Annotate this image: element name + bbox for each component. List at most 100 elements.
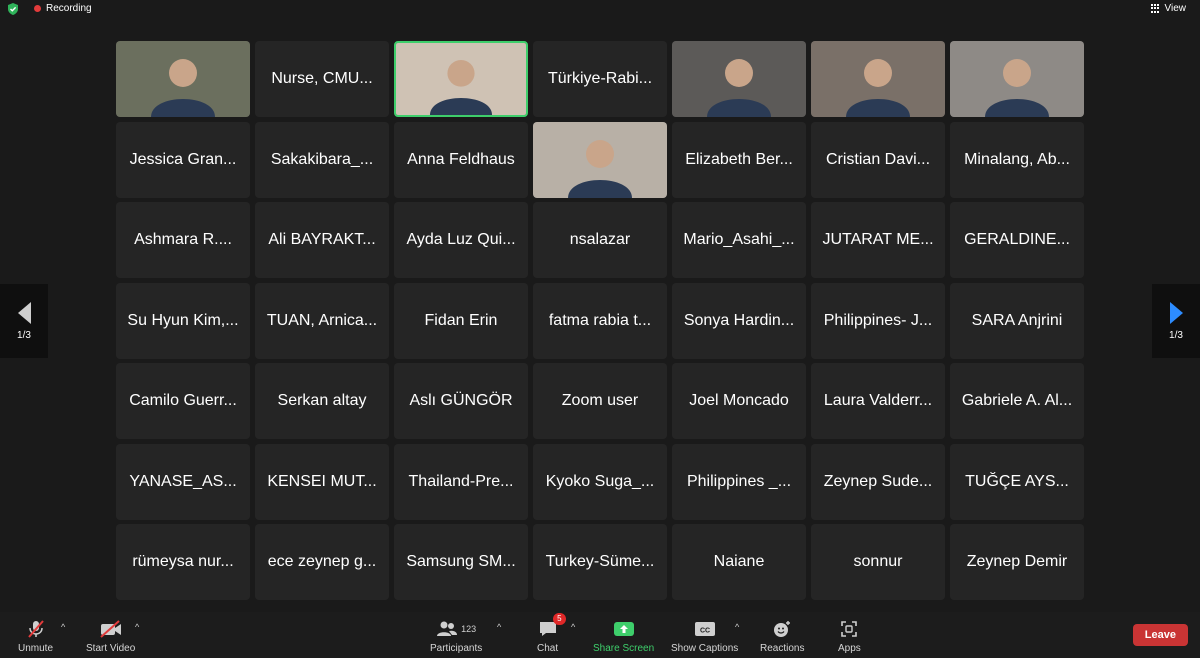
participant-tile[interactable]: Sakakibara_... (255, 121, 389, 198)
participant-name: Camilo Guerr... (129, 392, 237, 409)
participant-tile[interactable]: Ali BAYRAKT... (255, 202, 389, 278)
participant-tile[interactable]: Kyoko Suga_... (533, 443, 667, 520)
participant-tile[interactable]: Mario_Asahi_... (672, 202, 806, 278)
participant-name: Zeynep Sude... (823, 472, 933, 490)
participant-video-tile[interactable] (950, 41, 1084, 117)
participant-tile[interactable]: Camilo Guerr... (116, 363, 250, 439)
participant-name: Türkiye-Rabi... (547, 70, 653, 87)
participant-name: Kyoko Suga_... (545, 472, 655, 490)
participant-tile[interactable]: JUTARAT ME... (811, 202, 945, 278)
participant-tile[interactable]: Ashmara R.... (116, 202, 250, 278)
participant-tile[interactable]: TUĞÇE AYS... (950, 443, 1084, 520)
show-captions-label: Show Captions (671, 643, 739, 654)
participant-tile[interactable]: Serkan altay (255, 363, 389, 439)
recording-indicator[interactable]: Recording (34, 3, 92, 14)
participant-tile[interactable]: Turkey-Süme... (533, 524, 667, 600)
participant-tile[interactable]: YANASE_AS... (116, 443, 250, 520)
participant-tile[interactable]: Philippines _... (672, 443, 806, 520)
recording-dot-icon (34, 5, 41, 12)
participant-video-tile[interactable] (672, 41, 806, 117)
chat-button[interactable]: 5 Chat (537, 613, 566, 654)
participant-tile[interactable]: Thailand-Pre... (394, 443, 528, 520)
participant-name: Philippines _... (686, 472, 792, 490)
share-screen-button[interactable]: Share Screen (593, 618, 654, 654)
participant-tile[interactable]: TUAN, Arnica... (255, 282, 389, 359)
participants-label: Participants (430, 643, 483, 654)
participant-video-tile[interactable] (394, 41, 528, 117)
participant-name: Philippines- J... (823, 311, 933, 329)
participant-tile[interactable]: Su Hyun Kim,... (116, 282, 250, 359)
participant-name: fatma rabia t... (548, 311, 652, 329)
participant-tile[interactable]: fatma rabia t... (533, 282, 667, 359)
participant-tile[interactable]: Türkiye-Rabi... (533, 41, 667, 117)
start-video-label: Start Video (86, 643, 136, 654)
view-button[interactable]: View (1150, 3, 1186, 14)
shield-icon[interactable] (6, 2, 20, 16)
participants-options-chevron-up-icon[interactable]: ^ (497, 622, 501, 632)
participant-tile[interactable]: Zoom user (533, 363, 667, 439)
participant-tile[interactable]: Laura Valderr... (811, 363, 945, 439)
participant-tile[interactable]: SARA Anjrini (950, 282, 1084, 359)
participant-name: Laura Valderr... (823, 392, 933, 409)
chat-options-chevron-up-icon[interactable]: ^ (571, 622, 575, 632)
participant-tile[interactable]: Samsung SM... (394, 524, 528, 600)
participant-name: Minalang, Ab... (964, 150, 1070, 168)
participant-tile[interactable]: Joel Moncado (672, 363, 806, 439)
participant-tile[interactable]: Anna Feldhaus (394, 121, 528, 198)
participant-tile[interactable]: Cristian Davi... (811, 121, 945, 198)
unmute-button[interactable]: Unmute (18, 618, 53, 654)
next-page-button[interactable]: 1/3 (1152, 284, 1200, 358)
participant-name: Nurse, CMU... (271, 70, 373, 87)
participant-tile[interactable]: Zeynep Sude... (811, 443, 945, 520)
participant-name: Thailand-Pre... (408, 472, 514, 490)
participant-tile[interactable]: Philippines- J... (811, 282, 945, 359)
participant-tile[interactable]: Aslı GÜNGÖR (394, 363, 528, 439)
participant-tile[interactable]: sonnur (811, 524, 945, 600)
participant-name: Serkan altay (277, 392, 367, 409)
reactions-button[interactable]: Reactions (760, 618, 804, 654)
participant-name: Ayda Luz Qui... (406, 231, 516, 248)
participant-tile[interactable]: Sonya Hardin... (672, 282, 806, 359)
captions-options-chevron-up-icon[interactable]: ^ (735, 622, 739, 632)
participant-tile[interactable]: KENSEI MUT... (255, 443, 389, 520)
video-options-chevron-up-icon[interactable]: ^ (135, 622, 139, 632)
leave-button[interactable]: Leave (1132, 624, 1188, 646)
apps-button[interactable]: Apps (838, 618, 861, 654)
participants-icon: 123 (436, 618, 476, 640)
participant-tile[interactable]: rümeysa nur... (116, 524, 250, 600)
participant-name: TUAN, Arnica... (266, 311, 378, 329)
participant-video-tile[interactable] (116, 41, 250, 117)
participant-tile[interactable]: ece zeynep g... (255, 524, 389, 600)
participant-tile[interactable]: Zeynep Demir (950, 524, 1084, 600)
participant-tile[interactable]: Jessica Gran... (116, 121, 250, 198)
participant-tile[interactable]: Nurse, CMU... (255, 41, 389, 117)
start-video-button[interactable]: Start Video (86, 618, 135, 654)
apps-label: Apps (838, 643, 861, 654)
participant-video-tile[interactable] (533, 121, 667, 198)
participant-tile[interactable]: Elizabeth Ber... (672, 121, 806, 198)
participant-video-tile[interactable] (811, 41, 945, 117)
previous-page-button[interactable]: 1/3 (0, 284, 48, 358)
participant-tile[interactable]: Gabriele A. Al... (950, 363, 1084, 439)
participants-button[interactable]: 123 Participants (430, 618, 482, 654)
participant-tile[interactable]: Ayda Luz Qui... (394, 202, 528, 278)
participant-tile[interactable]: nsalazar (533, 202, 667, 278)
participants-count: 123 (461, 624, 477, 634)
audio-options-chevron-up-icon[interactable]: ^ (61, 622, 65, 632)
participant-video-feed (116, 41, 250, 117)
participant-tile[interactable]: Fidan Erin (394, 282, 528, 359)
participant-name: Gabriele A. Al... (961, 392, 1073, 409)
participant-name: SARA Anjrini (971, 311, 1063, 329)
participant-name: TUĞÇE AYS... (965, 472, 1069, 490)
left-arrow-icon (17, 301, 31, 324)
participant-gallery: Nurse, CMU... Türkiye-Rabi... Jessica Gran… (116, 41, 1084, 600)
participant-name: Anna Feldhaus (407, 150, 515, 168)
show-captions-button[interactable]: CC Show Captions (671, 618, 738, 654)
participant-tile[interactable]: Naiane (672, 524, 806, 600)
participant-tile[interactable]: Minalang, Ab... (950, 121, 1084, 198)
closed-captions-icon: CC (694, 618, 716, 640)
participant-name: Joel Moncado (689, 392, 789, 409)
participant-name: Aslı GÜNGÖR (409, 392, 513, 409)
participant-tile[interactable]: GERALDINE... (950, 202, 1084, 278)
participant-name: Ashmara R.... (134, 231, 232, 248)
